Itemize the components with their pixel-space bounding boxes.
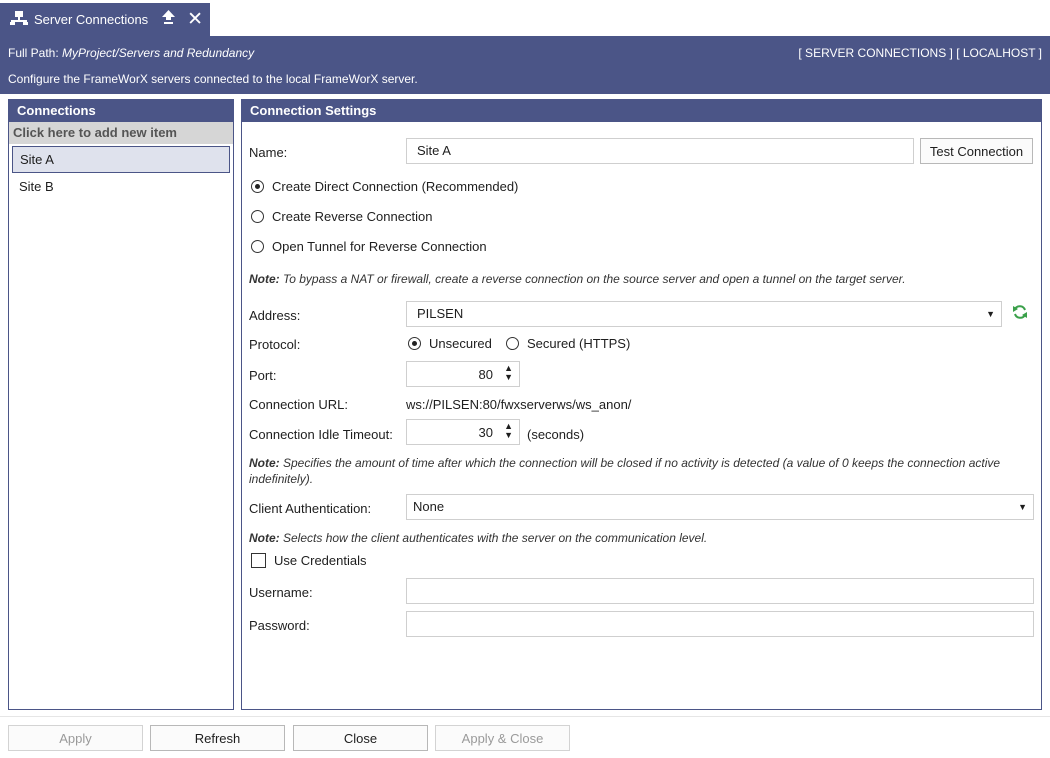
stepper-arrows-icon[interactable]: ▲ ▼ (504, 364, 513, 382)
username-label: Username: (249, 585, 313, 600)
username-input[interactable] (406, 578, 1034, 604)
address-value: PILSEN (417, 306, 464, 321)
connection-url-value: ws://PILSEN:80/fwxserverws/ws_anon/ (406, 397, 632, 412)
chevron-down-icon[interactable]: ▼ (1018, 495, 1027, 519)
note-bold: Note: (249, 456, 280, 470)
refresh-button[interactable]: Refresh (150, 725, 285, 751)
checkbox-label: Use Credentials (274, 553, 367, 568)
client-auth-dropdown[interactable]: None ▼ (406, 494, 1034, 520)
tab-server-connections[interactable]: Server Connections ✕ (0, 3, 210, 36)
radio-label: Open Tunnel for Reverse Connection (272, 239, 487, 254)
checkbox-indicator (251, 553, 266, 568)
port-value: 80 (478, 367, 493, 382)
context-breadcrumb: [ SERVER CONNECTIONS ] [ LOCALHOST ] (798, 46, 1042, 60)
use-credentials-checkbox[interactable]: Use Credentials (251, 553, 367, 568)
note-idle-timeout: Note: Specifies the amount of time after… (249, 455, 1009, 487)
note-bold: Note: (249, 272, 280, 286)
list-item[interactable]: Site A (12, 146, 230, 173)
server-network-icon (10, 11, 28, 28)
close-icon[interactable]: ✕ (187, 10, 203, 29)
pin-icon[interactable] (162, 10, 176, 29)
radio-secured-https[interactable]: Secured (HTTPS) (506, 336, 630, 351)
full-path-label: Full Path: (8, 46, 59, 60)
radio-indicator (251, 180, 264, 193)
radio-label: Create Direct Connection (Recommended) (272, 179, 519, 194)
footer-toolbar: Apply Refresh Close Apply & Close (0, 716, 1050, 758)
page-header: Full Path: MyProject/Servers and Redunda… (0, 36, 1050, 94)
idle-timeout-label: Connection Idle Timeout: (249, 427, 393, 442)
add-new-item-row[interactable]: Click here to add new item (9, 122, 233, 144)
radio-open-tunnel[interactable]: Open Tunnel for Reverse Connection (251, 239, 487, 254)
port-label: Port: (249, 368, 277, 383)
page-description: Configure the FrameWorX servers connecte… (8, 72, 418, 86)
radio-direct-connection[interactable]: Create Direct Connection (Recommended) (251, 179, 518, 194)
radio-indicator (506, 337, 519, 350)
password-label: Password: (249, 618, 310, 633)
radio-reverse-connection[interactable]: Create Reverse Connection (251, 209, 432, 224)
chevron-down-icon[interactable]: ▼ (986, 302, 995, 326)
note-text: To bypass a NAT or firewall, create a re… (279, 272, 906, 286)
tab-strip: Server Connections ✕ (0, 0, 1050, 36)
protocol-label: Protocol: (249, 337, 301, 352)
note-bypass-nat: Note: To bypass a NAT or firewall, creat… (249, 271, 1029, 287)
idle-timeout-unit: (seconds) (527, 427, 585, 442)
password-input[interactable] (406, 611, 1034, 637)
radio-unsecured[interactable]: Unsecured (408, 336, 492, 351)
close-button[interactable]: Close (293, 725, 428, 751)
radio-indicator (251, 240, 264, 253)
idle-timeout-value: 30 (478, 425, 493, 440)
connection-settings-title: Connection Settings (242, 100, 1041, 122)
stepper-arrows-icon[interactable]: ▲ ▼ (504, 422, 513, 440)
server-connections-window: Server Connections ✕ Full Path: MyProjec… (0, 0, 1050, 758)
name-label: Name: (249, 145, 288, 160)
full-path: Full Path: MyProject/Servers and Redunda… (8, 46, 254, 60)
radio-label: Create Reverse Connection (272, 209, 433, 224)
note-text: Selects how the client authenticates wit… (279, 531, 708, 545)
tab-title: Server Connections (34, 12, 149, 27)
apply-close-button[interactable]: Apply & Close (435, 725, 570, 751)
test-connection-button[interactable]: Test Connection (920, 138, 1033, 164)
client-auth-label: Client Authentication: (249, 501, 372, 516)
connection-url-label: Connection URL: (249, 397, 348, 412)
radio-label: Unsecured (429, 336, 492, 351)
apply-button[interactable]: Apply (8, 725, 143, 751)
radio-indicator (408, 337, 421, 350)
list-item[interactable]: Site B (9, 173, 233, 200)
idle-timeout-stepper[interactable]: 30 ▲ ▼ (406, 419, 520, 445)
refresh-icon[interactable] (1012, 304, 1028, 323)
note-bold: Note: (249, 531, 280, 545)
connections-panel: Connections Click here to add new item S… (8, 99, 234, 710)
full-path-value: MyProject/Servers and Redundancy (62, 46, 255, 60)
connections-title: Connections (9, 100, 233, 122)
address-combobox[interactable]: PILSEN ▼ (406, 301, 1002, 327)
address-label: Address: (249, 308, 301, 323)
port-stepper[interactable]: 80 ▲ ▼ (406, 361, 520, 387)
note-client-auth: Note: Selects how the client authenticat… (249, 530, 1029, 546)
client-auth-value: None (413, 499, 445, 514)
radio-label: Secured (HTTPS) (527, 336, 631, 351)
radio-indicator (251, 210, 264, 223)
note-text: Specifies the amount of time after which… (249, 456, 1001, 486)
connection-settings-panel: Connection Settings Name: Site A Test Co… (241, 99, 1042, 710)
name-input[interactable]: Site A (406, 138, 914, 164)
